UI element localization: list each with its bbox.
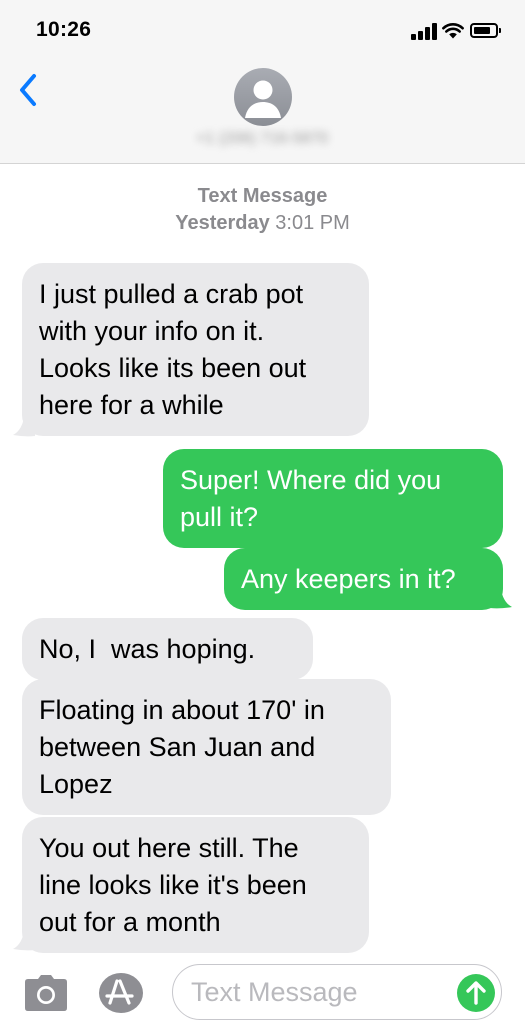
- message-line: Any keepers in it?: [241, 564, 456, 594]
- message-line: here for a while: [39, 390, 224, 420]
- back-chevron-icon[interactable]: [14, 72, 44, 108]
- bubble-tail: [490, 584, 512, 609]
- message-line: You out here still. The: [39, 833, 299, 863]
- thread-timestamp: Yesterday 3:01 PM: [0, 210, 525, 237]
- wifi-icon: [442, 23, 464, 39]
- message-line: line looks like it's been: [39, 870, 307, 900]
- message-input[interactable]: Text Message: [172, 964, 502, 1020]
- message-bubble-incoming[interactable]: No, I was hoping.: [22, 618, 313, 680]
- message-line: Super! Where did you: [180, 465, 442, 495]
- contact-avatar-icon[interactable]: [234, 68, 292, 126]
- send-button[interactable]: [457, 974, 495, 1012]
- contact-number: +1 (206) 716-5870: [195, 130, 329, 147]
- message-bubble-incoming[interactable]: I just pulled a crab pot with your info …: [22, 263, 369, 436]
- camera-icon[interactable]: [24, 974, 68, 1012]
- message-line: out for a month: [39, 907, 221, 937]
- message-bubble-incoming[interactable]: Floating in about 170' in between San Ju…: [22, 679, 391, 815]
- timestamp-time: 3:01 PM: [275, 212, 350, 234]
- conversation-header: +1 (206) 716-5870: [0, 58, 525, 164]
- bubble-tail: [13, 926, 35, 951]
- send-arrow-icon: [466, 981, 486, 1005]
- message-input-placeholder: Text Message: [191, 977, 358, 1007]
- service-label: Text Message: [197, 185, 328, 207]
- status-bar: 10:26: [0, 0, 525, 58]
- contact-name[interactable]: +1 (206) 716-5870: [148, 126, 376, 152]
- message-bubble-incoming[interactable]: You out here still. The line looks like …: [22, 817, 369, 953]
- app-store-icon[interactable]: [98, 972, 144, 1014]
- message-line: Floating in about 170' in: [39, 695, 325, 725]
- message-line: Looks like its been out: [39, 353, 307, 383]
- message-line: I just pulled a crab pot: [39, 279, 304, 309]
- message-bubble-outgoing[interactable]: Super! Where did you pull it?: [163, 449, 503, 548]
- message-line: between San Juan and: [39, 732, 316, 762]
- message-line: No, I was hoping.: [39, 634, 256, 664]
- message-line: Lopez: [39, 769, 113, 799]
- thread-header: Text Message Yesterday 3:01 PM: [0, 183, 525, 237]
- battery-icon: [470, 23, 501, 38]
- cellular-signal-icon: [411, 23, 437, 40]
- status-time: 10:26: [36, 18, 92, 41]
- message-line: pull it?: [180, 502, 259, 532]
- message-line: with your info on it.: [39, 316, 265, 346]
- bubble-tail: [13, 412, 35, 437]
- message-bubble-outgoing[interactable]: Any keepers in it?: [224, 548, 503, 610]
- timestamp-day: Yesterday: [175, 212, 270, 234]
